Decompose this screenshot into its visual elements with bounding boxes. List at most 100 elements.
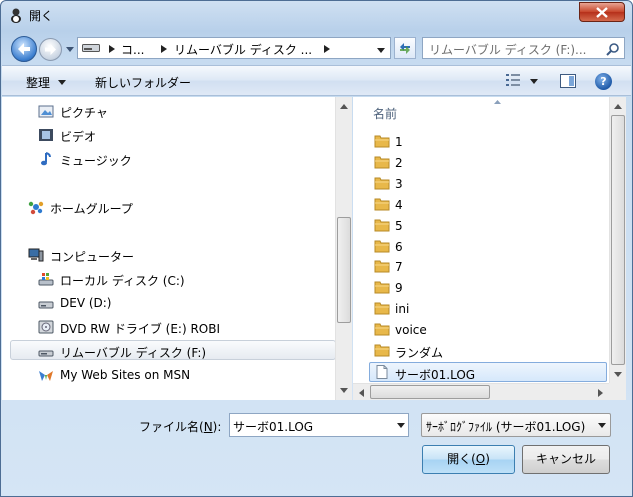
nav-item-video[interactable]: ビデオ — [38, 125, 364, 145]
file-pane-horizontal-scrollbar[interactable] — [353, 383, 609, 400]
nav-label: ホームグループ — [50, 202, 133, 216]
folder-icon — [374, 219, 390, 232]
nav-item-dev-drive[interactable]: DEV (D:) — [38, 293, 364, 313]
close-button[interactable] — [579, 2, 625, 22]
nav-label: DEV (D:) — [60, 296, 112, 310]
nav-item-pictures[interactable]: ピクチャ — [38, 101, 364, 121]
filename-input[interactable]: サーボ01.LOG — [233, 418, 313, 435]
preview-pane-icon[interactable] — [560, 74, 576, 88]
back-button[interactable] — [11, 36, 37, 62]
breadcrumb-arrow-icon[interactable] — [161, 45, 167, 53]
file-name: 1 — [395, 135, 403, 149]
sort-ascending-icon — [494, 100, 501, 104]
address-bar[interactable]: コ... リムーバブル ディスク ... — [77, 37, 391, 59]
file-list-item[interactable]: 4 — [374, 195, 614, 215]
file-name: 9 — [395, 281, 403, 295]
search-icon[interactable] — [606, 42, 620, 56]
file-list-item[interactable]: ランダム — [374, 341, 614, 361]
file-list-item[interactable]: 9 — [374, 278, 614, 298]
file-list-item[interactable]: 1 — [374, 132, 614, 152]
scrollbar-thumb[interactable] — [611, 115, 625, 365]
chevron-down-icon[interactable] — [530, 79, 538, 84]
nav-label: DVD RW ドライブ (E:) ROBI — [60, 322, 220, 336]
chevron-down-icon[interactable] — [397, 423, 405, 428]
change-view-icon[interactable] — [506, 74, 520, 86]
scrollbar-thumb[interactable] — [337, 217, 351, 323]
file-name: サーボ01.LOG — [395, 368, 476, 382]
refresh-button[interactable] — [394, 37, 416, 59]
msn-icon — [39, 371, 53, 381]
nav-item-computer[interactable]: コンピューター — [28, 245, 354, 265]
scroll-right-icon[interactable] — [598, 389, 603, 397]
help-icon[interactable]: ? — [595, 73, 612, 90]
refresh-icon — [400, 43, 410, 54]
open-button[interactable]: 開く(O) — [422, 445, 515, 474]
nav-label: コンピューター — [50, 250, 135, 264]
nav-item-local-disk[interactable]: ローカル ディスク (C:) — [38, 269, 364, 289]
file-name: 7 — [395, 260, 403, 274]
scroll-left-icon[interactable] — [359, 389, 364, 397]
file-name: 6 — [395, 240, 403, 254]
address-dropdown-icon[interactable] — [376, 46, 386, 54]
back-arrow-icon — [18, 43, 30, 55]
app-icon — [11, 8, 21, 23]
filename-combobox[interactable]: サーボ01.LOG — [229, 413, 409, 437]
file-list-item[interactable]: 2 — [374, 153, 614, 173]
scrollbar-corner — [609, 383, 626, 400]
breadcrumb-computer[interactable]: コ... — [121, 41, 144, 58]
nav-item-homegroup[interactable]: ホームグループ — [28, 197, 354, 217]
nav-item-removable-disk[interactable]: リムーバブル ディスク (F:) — [10, 340, 336, 360]
chevron-down-icon[interactable] — [58, 80, 66, 85]
forward-button[interactable] — [39, 38, 62, 61]
breadcrumb-arrow-icon[interactable] — [109, 45, 115, 53]
filename-label: ファイル名(N): — [139, 420, 222, 434]
recent-locations-dropdown[interactable] — [65, 42, 75, 56]
nav-label: My Web Sites on MSN — [60, 368, 191, 382]
dialog-footer: ファイル名(N): サーボ01.LOG ｻｰﾎﾞﾛｸﾞﾌｧｲﾙ (サーボ01.L… — [2, 401, 631, 496]
filetype-select[interactable]: ｻｰﾎﾞﾛｸﾞﾌｧｲﾙ (サーボ01.LOG) — [421, 413, 611, 437]
file-list-item[interactable]: ini — [374, 299, 614, 319]
file-list-item[interactable]: 6 — [374, 237, 614, 257]
folder-icon — [374, 198, 390, 211]
local-disk-icon — [38, 273, 54, 286]
file-list-item[interactable]: 3 — [374, 174, 614, 194]
dvd-drive-icon — [38, 320, 54, 334]
file-list-item[interactable]: 5 — [374, 216, 614, 236]
column-header-name[interactable]: 名前 — [373, 105, 397, 122]
chevron-down-icon[interactable] — [598, 423, 606, 428]
nav-pane-scrollbar[interactable] — [335, 97, 352, 400]
title-bar: 開く — [1, 1, 632, 29]
close-icon — [596, 6, 608, 18]
file-name: 4 — [395, 198, 403, 212]
folder-icon — [374, 135, 390, 148]
computer-icon — [28, 248, 44, 262]
document-icon — [376, 365, 388, 379]
folder-icon — [374, 281, 390, 294]
file-pane-vertical-scrollbar[interactable] — [609, 97, 626, 383]
nav-item-music[interactable]: ミュージック — [38, 149, 364, 169]
search-input[interactable]: リムーバブル ディスク (F:)... — [429, 41, 587, 58]
cancel-button[interactable]: キャンセル — [522, 445, 610, 474]
forward-arrow-icon — [45, 44, 56, 55]
file-name: ini — [395, 302, 410, 316]
scroll-down-icon[interactable] — [340, 388, 348, 393]
nav-label: リムーバブル ディスク (F:) — [60, 346, 207, 360]
organize-button[interactable]: 整理 — [26, 74, 50, 91]
file-list-item[interactable]: サーボ01.LOG — [369, 362, 607, 382]
music-icon — [41, 152, 51, 166]
pictures-icon — [38, 105, 54, 118]
file-list-item[interactable]: 7 — [374, 257, 614, 277]
new-folder-button[interactable]: 新しいフォルダー — [95, 74, 191, 91]
breadcrumb-arrow-icon[interactable] — [324, 45, 330, 53]
nav-item-dvd-drive[interactable]: DVD RW ドライブ (E:) ROBI — [38, 317, 364, 337]
scroll-up-icon[interactable] — [614, 104, 622, 109]
scroll-down-icon[interactable] — [614, 372, 622, 377]
breadcrumb-removable-disk[interactable]: リムーバブル ディスク ... — [174, 41, 312, 58]
search-box[interactable]: リムーバブル ディスク (F:)... — [422, 37, 625, 59]
scroll-up-icon[interactable] — [340, 104, 348, 109]
scrollbar-thumb[interactable] — [370, 385, 490, 399]
nav-item-msn[interactable]: My Web Sites on MSN — [38, 365, 364, 385]
file-list-item[interactable]: voice — [374, 320, 614, 340]
file-name: 3 — [395, 177, 403, 191]
folder-icon — [374, 156, 390, 169]
